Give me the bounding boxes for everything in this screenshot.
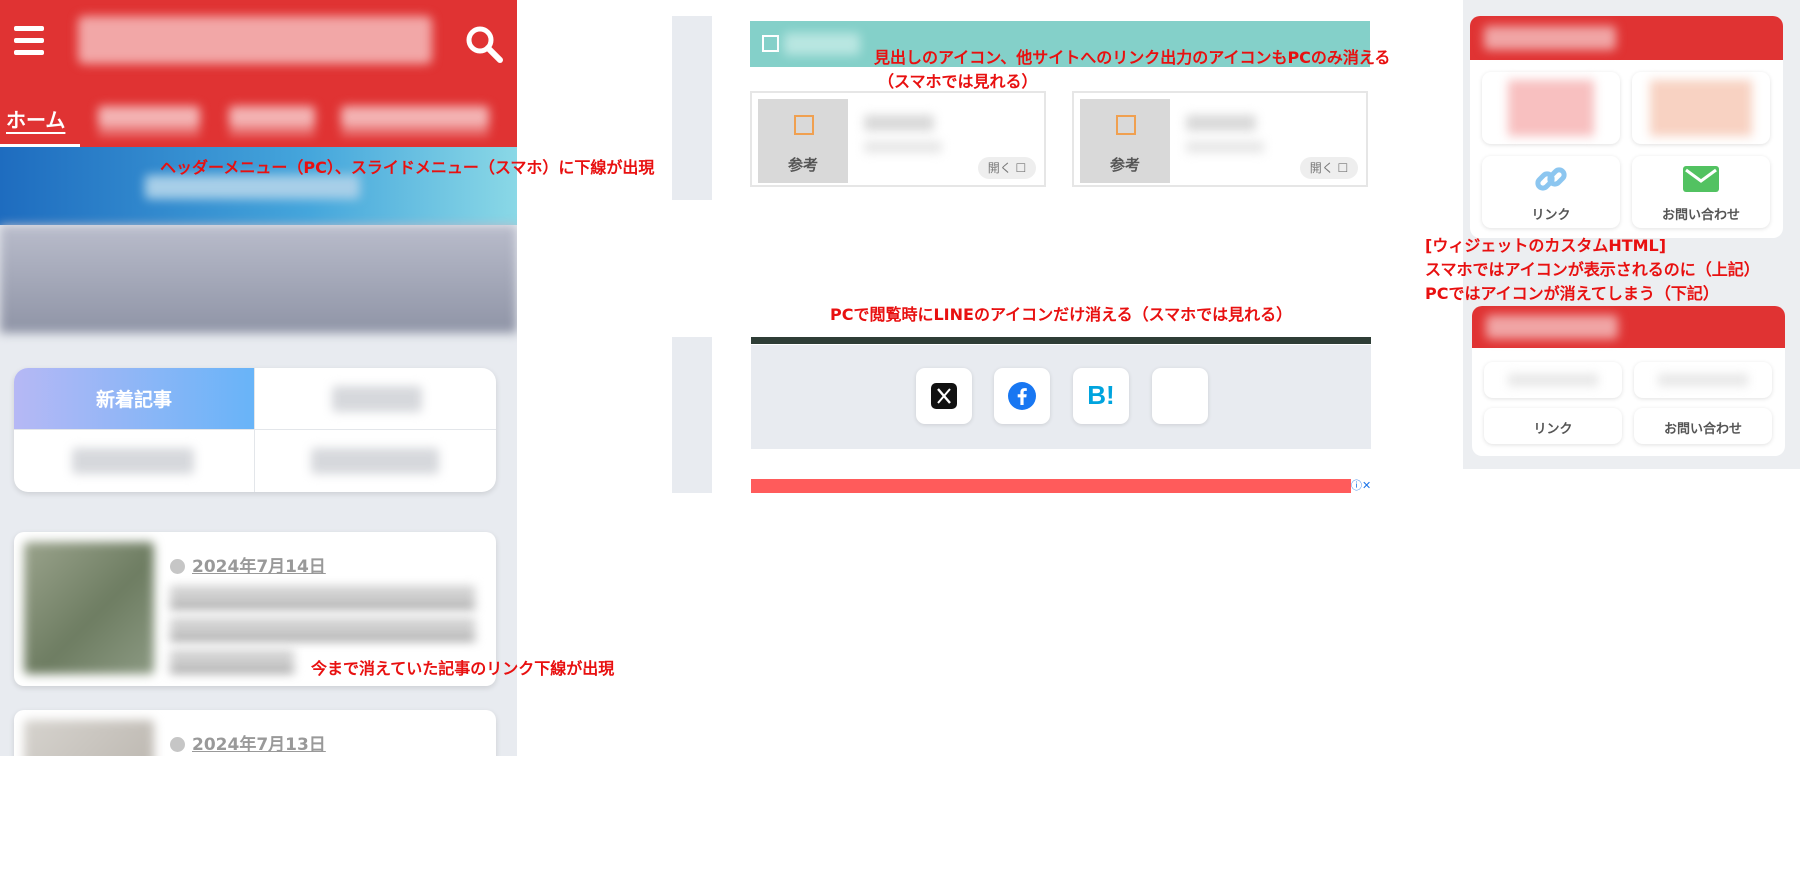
annotation-header-menu: ヘッダーメニュー（PC）、スライドメニュー（スマホ）に下線が出現 xyxy=(160,158,655,177)
widget-contact-label: お問い合わせ xyxy=(1661,208,1740,223)
widget-banner-image xyxy=(1508,80,1594,136)
widget-banner-image xyxy=(1658,374,1748,386)
hatena-bookmark-icon: B! xyxy=(1087,380,1115,410)
site-logo[interactable] xyxy=(78,16,432,64)
widget-header xyxy=(1470,16,1783,60)
article-date: 2024年7月14日 xyxy=(170,552,326,577)
widget-link-button[interactable]: リンク xyxy=(1484,408,1622,444)
mail-icon xyxy=(1683,166,1719,192)
mobile-screenshot: ホーム 新着記事 2024年7月14日 2024年7月13日 xyxy=(0,0,517,756)
widget-banner-button[interactable] xyxy=(1632,72,1770,144)
annotation-heading-icon: 見出しのアイコン、他サイトへのリンク出力のアイコンもPCのみ消える xyxy=(874,48,1391,67)
heading-text xyxy=(784,33,860,55)
link-card-label: 参考 xyxy=(787,156,818,174)
left-gutter xyxy=(672,16,712,200)
article-thumbnail[interactable] xyxy=(24,720,154,756)
left-gutter xyxy=(672,337,712,493)
widget-contact-label: お問い合わせ xyxy=(1663,422,1742,437)
article-card[interactable]: 2024年7月13日 xyxy=(14,710,496,756)
widget-banner-button[interactable] xyxy=(1482,72,1620,144)
mobile-header: ホーム xyxy=(0,0,517,148)
nav-item[interactable] xyxy=(229,106,315,134)
annotation-article-link: 今まで消えていた記事のリンク下線が出現 xyxy=(311,659,615,678)
hamburger-menu-icon[interactable] xyxy=(14,26,44,56)
share-line-button[interactable] xyxy=(1152,368,1208,424)
link-card-url xyxy=(864,141,942,153)
image-strip xyxy=(751,337,1371,344)
share-x-button[interactable] xyxy=(916,368,972,424)
nav-item[interactable] xyxy=(98,106,200,134)
missing-heading-icon xyxy=(762,35,779,52)
link-icon xyxy=(1535,167,1567,191)
share-facebook-button[interactable] xyxy=(994,368,1050,424)
widget-header xyxy=(1472,306,1785,348)
widget-banner-button[interactable] xyxy=(1484,362,1622,398)
widget-title xyxy=(1486,315,1618,339)
widget-link-button[interactable]: リンク xyxy=(1482,156,1620,228)
x-icon xyxy=(931,383,957,409)
article-date: 2024年7月13日 xyxy=(170,730,326,755)
link-card-label: 参考 xyxy=(1109,156,1140,174)
annotation-heading-icon: （スマホでは見れる） xyxy=(878,72,1038,91)
facebook-icon xyxy=(1008,382,1036,410)
hero-banner-text xyxy=(145,175,360,199)
tab-divider xyxy=(14,429,496,430)
tab-other[interactable] xyxy=(311,448,439,474)
widget-banner-image xyxy=(1650,80,1752,136)
missing-link-icon xyxy=(794,115,814,135)
link-card[interactable]: 参考 開く ☐ xyxy=(750,91,1046,187)
widget-contact-button[interactable]: お問い合わせ xyxy=(1634,408,1772,444)
annotation-widget: [ウィジェットのカスタムHTML] xyxy=(1425,236,1667,255)
line-icon xyxy=(1166,382,1194,410)
nav-item-home[interactable]: ホーム xyxy=(6,104,65,133)
clock-icon xyxy=(170,559,185,574)
annotation-widget: PCではアイコンが消えてしまう（下記） xyxy=(1425,284,1719,303)
tab-divider xyxy=(254,368,255,492)
nav-item[interactable] xyxy=(341,106,489,134)
link-card-url xyxy=(1186,141,1264,153)
link-card-open-button[interactable]: 開く ☐ xyxy=(978,157,1036,179)
article-title-line[interactable] xyxy=(170,586,475,608)
link-card[interactable]: 参考 開く ☐ xyxy=(1072,91,1368,187)
widget-title xyxy=(1484,26,1616,50)
link-card-title xyxy=(864,115,934,131)
annotation-line-icon: PCで閲覧時にLINEのアイコンだけ消える（スマホでは見れる） xyxy=(830,305,1293,324)
widget-link-label: リンク xyxy=(1531,208,1571,223)
ad-banner[interactable]: ⓘ✕ xyxy=(751,479,1371,493)
widget-mobile: リンク お問い合わせ xyxy=(1470,16,1783,238)
annotation-widget: スマホではアイコンが表示されるのに（上記） xyxy=(1425,260,1760,279)
article-title-line[interactable] xyxy=(170,618,475,640)
article-tabs: 新着記事 xyxy=(14,368,496,492)
widget-banner-image xyxy=(1508,374,1598,386)
search-icon[interactable] xyxy=(464,24,504,64)
ad-close-icon[interactable]: ⓘ✕ xyxy=(1351,479,1371,493)
article-title-line[interactable] xyxy=(170,650,294,672)
link-card-thumbnail: 参考 xyxy=(758,99,848,183)
missing-link-icon xyxy=(1116,115,1136,135)
clock-icon xyxy=(170,737,185,752)
widget-link-label: リンク xyxy=(1533,422,1573,437)
widget-pc: リンク お問い合わせ xyxy=(1472,306,1785,456)
link-card-thumbnail: 参考 xyxy=(1080,99,1170,183)
link-card-title xyxy=(1186,115,1256,131)
widget-contact-button[interactable]: お問い合わせ xyxy=(1632,156,1770,228)
widget-banner-button[interactable] xyxy=(1634,362,1772,398)
article-thumbnail[interactable] xyxy=(24,542,154,674)
link-card-open-button[interactable]: 開く ☐ xyxy=(1300,157,1358,179)
tab-new-articles[interactable]: 新着記事 xyxy=(14,368,254,429)
share-buttons xyxy=(751,345,1371,449)
share-hatena-button[interactable]: B! xyxy=(1073,368,1129,424)
hero-image xyxy=(0,225,517,333)
tab-popular[interactable] xyxy=(332,386,422,412)
tab-category[interactable] xyxy=(72,448,194,474)
